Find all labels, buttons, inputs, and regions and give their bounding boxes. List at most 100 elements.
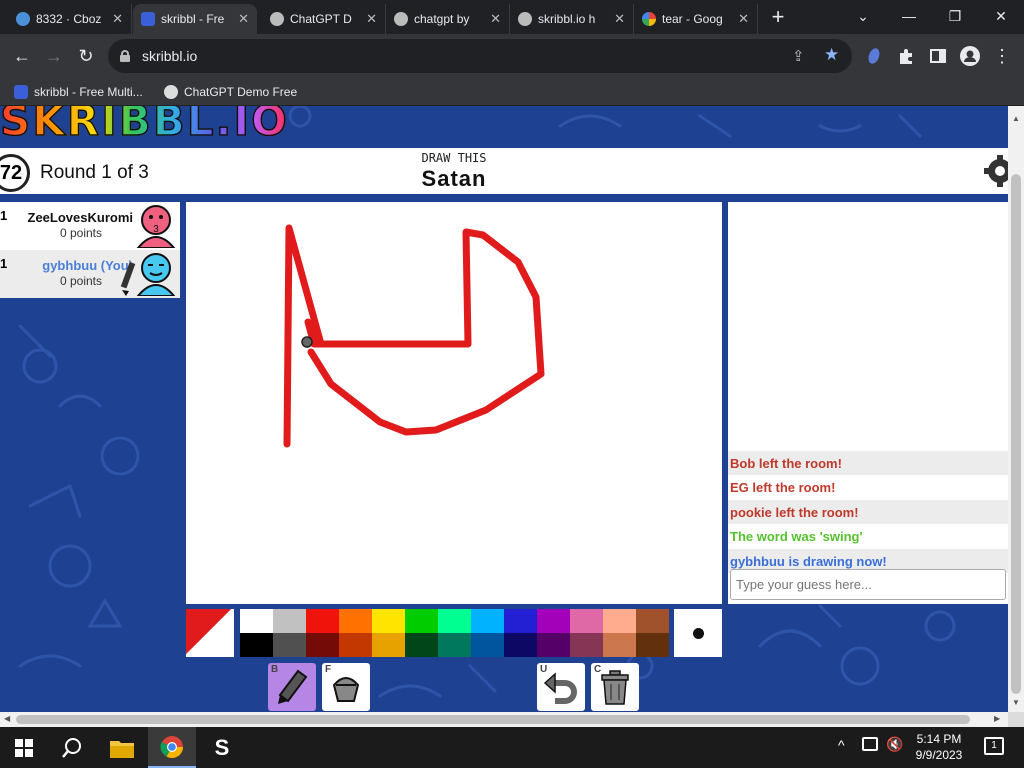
color-swatch[interactable]	[306, 609, 339, 633]
color-swatch[interactable]	[537, 633, 570, 657]
search-icon[interactable]	[48, 727, 96, 768]
notification-center-icon[interactable]: 1	[984, 737, 1004, 755]
tray-chevron-icon[interactable]: ^	[838, 737, 845, 753]
close-tab-icon[interactable]: ✕	[366, 11, 377, 27]
menu-kebab-icon[interactable]: ⋮	[988, 42, 1016, 70]
scroll-down-arrow-icon[interactable]: ▼	[1012, 698, 1020, 707]
color-swatch[interactable]	[438, 633, 471, 657]
settings-gear-icon[interactable]	[982, 152, 1008, 190]
player-row[interactable]: 1 ZeeLovesKuromi 0 points 3	[0, 202, 180, 250]
color-swatch[interactable]	[372, 609, 405, 633]
color-swatch[interactable]	[438, 609, 471, 633]
reload-icon[interactable]: ↻	[72, 42, 100, 70]
color-swatch[interactable]	[372, 633, 405, 657]
share-icon[interactable]: ⇪	[792, 47, 805, 65]
color-swatch[interactable]	[471, 609, 504, 633]
player-points: 0 points	[59, 274, 102, 288]
chat-message: pookie left the room!	[728, 500, 1008, 524]
bookmark-skribbl[interactable]: skribbl - Free Multi...	[14, 82, 143, 102]
horizontal-scrollbar[interactable]: ◀ ▶	[0, 712, 1008, 727]
color-swatch[interactable]	[636, 609, 669, 633]
brush-size-picker[interactable]	[674, 609, 722, 657]
color-swatch[interactable]	[339, 609, 372, 633]
close-tab-icon[interactable]: ✕	[112, 11, 123, 27]
tab-google-tear[interactable]: tear - Goog ✕	[634, 4, 758, 34]
color-swatch[interactable]	[504, 609, 537, 633]
color-swatch[interactable]	[339, 633, 372, 657]
close-tab-icon[interactable]: ✕	[238, 11, 249, 27]
close-tab-icon[interactable]: ✕	[614, 11, 625, 27]
taskbar-clock[interactable]: 5:14 PM 9/9/2023	[910, 731, 968, 763]
color-swatch[interactable]	[504, 633, 537, 657]
extensions-puzzle-icon[interactable]	[892, 42, 920, 70]
tab-search-button[interactable]: ⌄	[840, 0, 886, 32]
color-swatch[interactable]	[273, 609, 306, 633]
color-swatch[interactable]	[636, 633, 669, 657]
close-window-button[interactable]: ✕	[978, 0, 1024, 32]
side-panel-icon[interactable]	[924, 42, 952, 70]
chrome-taskbar-icon[interactable]	[148, 727, 196, 768]
volume-muted-icon[interactable]: 🔇	[886, 736, 903, 753]
bookmark-chatgpt-demo[interactable]: ChatGPT Demo Free	[164, 82, 297, 102]
skribbl-logo[interactable]: SKRIBBL.IO	[0, 106, 289, 146]
player-avatar-icon: 3	[136, 205, 176, 248]
vertical-scroll-thumb[interactable]	[1011, 174, 1021, 694]
tab-chatgpt-demo[interactable]: ChatGPT D ✕	[262, 4, 386, 34]
browser-toolbar: ← → ↻ skribbl.io ⇪ ★ ⋮	[0, 34, 1024, 78]
app-s-taskbar-icon[interactable]: S	[198, 727, 246, 768]
tab-skribbl[interactable]: skribbl - Fre ✕	[133, 4, 257, 34]
undo-button[interactable]: U	[537, 663, 585, 711]
minimize-button[interactable]: —	[886, 0, 932, 32]
color-swatch[interactable]	[603, 609, 636, 633]
brush-dot-icon	[692, 627, 704, 639]
color-swatch[interactable]	[603, 633, 636, 657]
tab-title: skribbl - Fre	[161, 12, 225, 26]
horizontal-scroll-thumb[interactable]	[16, 715, 970, 724]
tab-chatgpt-by[interactable]: chatgpt by ✕	[386, 4, 510, 34]
bookmark-star-icon[interactable]: ★	[824, 45, 839, 65]
start-windows-icon[interactable]	[0, 727, 48, 768]
back-arrow-icon[interactable]: ←	[8, 42, 36, 70]
color-swatch[interactable]	[537, 609, 570, 633]
network-icon[interactable]	[862, 737, 878, 751]
scroll-left-arrow-icon[interactable]: ◀	[4, 714, 10, 723]
color-swatch[interactable]	[405, 609, 438, 633]
address-bar[interactable]: skribbl.io ⇪ ★	[108, 39, 852, 73]
profile-avatar-icon[interactable]	[956, 42, 984, 70]
tab-cboz[interactable]: 8332 · Cboz ✕	[8, 4, 132, 34]
globe-icon	[164, 85, 178, 99]
color-swatch[interactable]	[570, 633, 603, 657]
drawing-canvas[interactable]	[186, 202, 722, 604]
clock-date: 9/9/2023	[915, 748, 963, 762]
drawing-pencil-icon	[120, 261, 136, 296]
secret-word: Satan	[421, 166, 487, 191]
color-swatch[interactable]	[240, 633, 273, 657]
guess-input[interactable]	[730, 569, 1006, 600]
skribbl-pencil-icon	[141, 12, 155, 26]
new-tab-button[interactable]: +	[764, 4, 792, 30]
skribbl-extension-icon[interactable]	[860, 42, 888, 70]
restore-button[interactable]: ❐	[932, 0, 978, 32]
player-list: 1 ZeeLovesKuromi 0 points 3 1 gybhbuu (Y…	[0, 202, 180, 298]
vertical-scrollbar[interactable]: ▲ ▼	[1008, 106, 1024, 712]
forward-arrow-icon[interactable]: →	[40, 42, 68, 70]
color-swatch[interactable]	[471, 633, 504, 657]
file-explorer-icon[interactable]	[98, 727, 146, 768]
color-swatch[interactable]	[570, 609, 603, 633]
chat-message: The word was 'swing'	[728, 524, 1008, 548]
current-color-preview[interactable]	[186, 609, 234, 657]
clear-canvas-button[interactable]: C	[591, 663, 639, 711]
color-swatch[interactable]	[306, 633, 339, 657]
scroll-up-arrow-icon[interactable]: ▲	[1012, 114, 1020, 123]
tab-skribbl-help[interactable]: skribbl.io h ✕	[510, 4, 634, 34]
close-tab-icon[interactable]: ✕	[490, 11, 501, 27]
color-swatch[interactable]	[405, 633, 438, 657]
fill-tool-button[interactable]: F	[322, 663, 370, 711]
color-swatch[interactable]	[273, 633, 306, 657]
player-row-self[interactable]: 1 gybhbuu (You) 0 points	[0, 250, 180, 298]
close-tab-icon[interactable]: ✕	[738, 11, 749, 27]
color-swatch[interactable]	[240, 609, 273, 633]
player-points: 0 points	[59, 226, 102, 240]
scroll-right-arrow-icon[interactable]: ▶	[994, 714, 1000, 723]
pencil-tool-button[interactable]: B	[268, 663, 316, 711]
